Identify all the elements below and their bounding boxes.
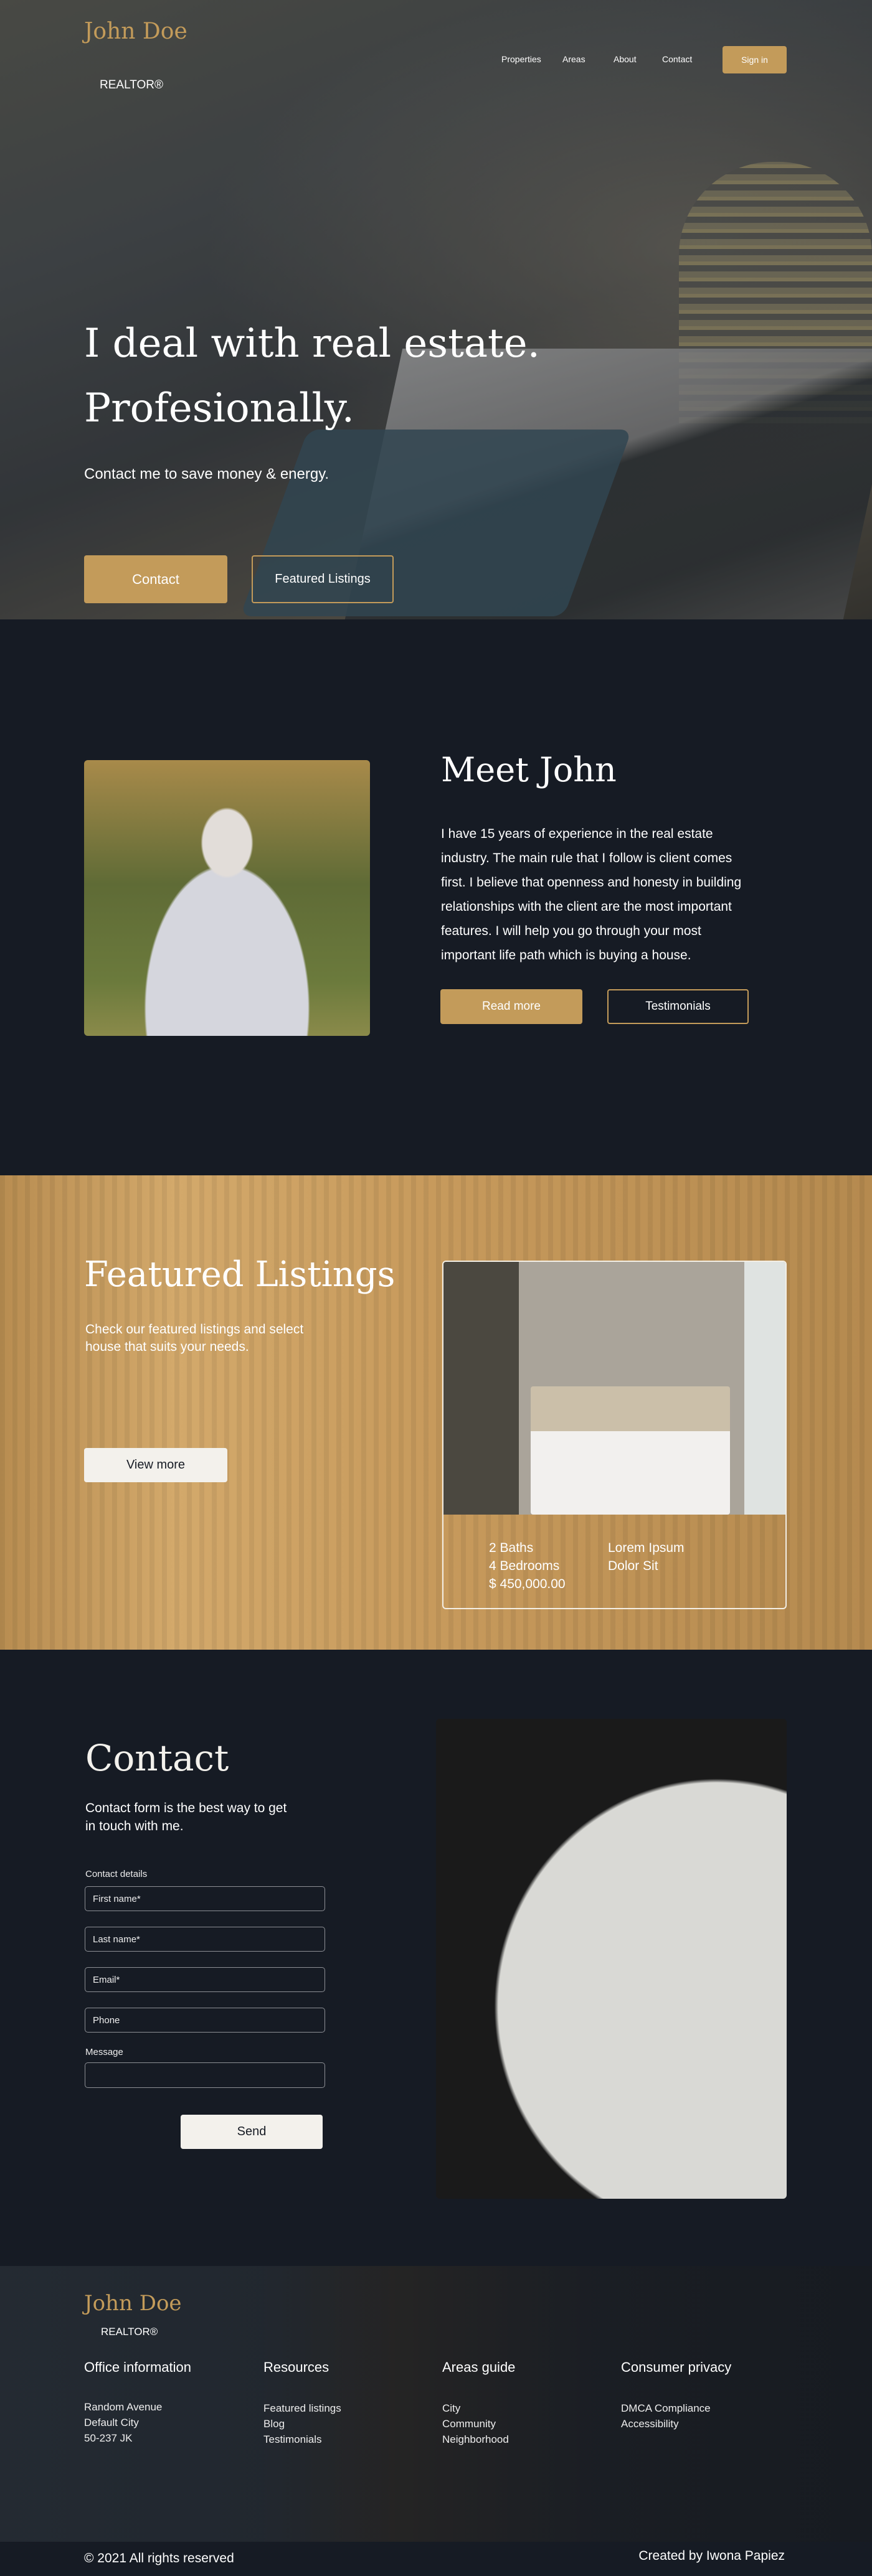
nav-contact[interactable]: Contact (662, 54, 692, 64)
listing-bedrooms: 4 Bedrooms (489, 1559, 560, 1573)
hero-title-line-1: I deal with real estate. (84, 321, 540, 367)
contact-button[interactable]: Contact (84, 555, 227, 603)
contact-subtitle: Contact form is the best way to get in t… (85, 1799, 287, 1835)
footer-column-privacy: Consumer privacy DMCA Compliance Accessi… (621, 2359, 731, 2432)
footer-column-title: Areas guide (442, 2359, 516, 2375)
coffee-table-image (436, 1719, 787, 2199)
about-line: I have 15 years of experience in the rea… (441, 827, 713, 841)
nav-about[interactable]: About (614, 54, 637, 64)
footer-link-city[interactable]: City (442, 2400, 515, 2416)
footer-link-blog[interactable]: Blog (263, 2416, 341, 2432)
hero-title: I deal with real estate. Profesionally. (84, 311, 540, 441)
email-input[interactable] (85, 1967, 325, 1992)
contact-subtitle-line: Contact form is the best way to get (85, 1801, 287, 1815)
phone-input[interactable] (85, 2008, 325, 2033)
listing-baths: 2 Baths (489, 1541, 534, 1555)
featured-subtitle: Check our featured listings and select h… (85, 1321, 303, 1356)
last-name-input[interactable] (85, 1927, 325, 1952)
about-line: industry. The main rule that I follow is… (441, 851, 732, 865)
john-portrait-image (84, 760, 370, 1036)
listing-image-bed (531, 1386, 730, 1515)
footer-address-line: Random Avenue (84, 2401, 163, 2413)
read-more-button[interactable]: Read more (440, 989, 582, 1024)
footer-link-community[interactable]: Community (442, 2416, 515, 2432)
featured-listings-button[interactable]: Featured Listings (252, 555, 394, 603)
contact-details-label: Contact details (85, 1869, 148, 1879)
footer-address-line: 50-237 JK (84, 2432, 133, 2444)
about-title: Meet John (441, 750, 617, 789)
send-button[interactable]: Send (181, 2115, 323, 2149)
footer-logo[interactable]: John Doe (84, 2291, 182, 2316)
footer-column-office: Office information Random Avenue Default… (84, 2359, 191, 2446)
footer-column-resources: Resources Featured listings Blog Testimo… (263, 2359, 341, 2447)
logo-tagline: REALTOR® (100, 78, 163, 92)
featured-subtitle-line: house that suits your needs. (85, 1340, 249, 1354)
featured-title: Featured Listings (84, 1254, 396, 1295)
featured-subtitle-line: Check our featured listings and select (85, 1322, 304, 1337)
footer-address-line: Default City (84, 2417, 139, 2428)
footer-logo-tagline: REALTOR® (101, 2326, 158, 2338)
footer-column-areas: Areas guide City Community Neighborhood (442, 2359, 515, 2447)
footer-link-dmca[interactable]: DMCA Compliance (621, 2400, 731, 2416)
footer-column-title: Consumer privacy (621, 2359, 732, 2375)
logo[interactable]: John Doe (84, 19, 187, 44)
about-line: important life path which is buying a ho… (441, 948, 691, 962)
listing-extra-1: Lorem Ipsum (608, 1541, 685, 1555)
footer-column-title: Resources (263, 2359, 329, 2375)
listing-extra-2: Dolor Sit (608, 1559, 658, 1573)
nav-areas[interactable]: Areas (562, 54, 585, 64)
about-line: relationships with the client are the mo… (441, 900, 732, 914)
sign-in-button[interactable]: Sign in (723, 46, 787, 73)
credit: Created by Iwona Papiez (638, 2549, 785, 2563)
footer-link-featured-listings[interactable]: Featured listings (263, 2400, 341, 2416)
listing-extra: Lorem Ipsum Dolor Sit (608, 1539, 685, 1575)
about-line: features. I will help you go through you… (441, 924, 701, 938)
first-name-input[interactable] (85, 1886, 325, 1911)
footer-column-title: Office information (84, 2359, 192, 2375)
copyright: © 2021 All rights reserved (84, 2551, 234, 2565)
listing-image (443, 1262, 785, 1515)
listing-details: 2 Baths 4 Bedrooms $ 450,000.00 (489, 1539, 566, 1593)
hero-title-line-2: Profesionally. (84, 385, 354, 431)
message-input[interactable] (85, 2062, 325, 2088)
testimonials-button[interactable]: Testimonials (607, 989, 749, 1024)
view-more-button[interactable]: View more (84, 1448, 227, 1482)
listing-price: $ 450,000.00 (489, 1577, 566, 1591)
hero-overlay (0, 0, 872, 619)
footer-link-neighborhood[interactable]: Neighborhood (442, 2432, 515, 2447)
contact-title: Contact (85, 1737, 229, 1779)
about-line: first. I believe that openness and hones… (441, 875, 742, 890)
listing-card[interactable]: 2 Baths 4 Bedrooms $ 450,000.00 Lorem Ip… (442, 1261, 787, 1609)
hero-subtitle: Contact me to save money & energy. (84, 466, 329, 482)
nav-properties[interactable]: Properties (501, 54, 541, 64)
contact-subtitle-line: in touch with me. (85, 1819, 184, 1833)
footer-link-testimonials[interactable]: Testimonials (263, 2432, 341, 2447)
about-text: I have 15 years of experience in the rea… (441, 822, 741, 967)
message-label: Message (85, 2047, 123, 2057)
footer-link-accessibility[interactable]: Accessibility (621, 2416, 731, 2432)
